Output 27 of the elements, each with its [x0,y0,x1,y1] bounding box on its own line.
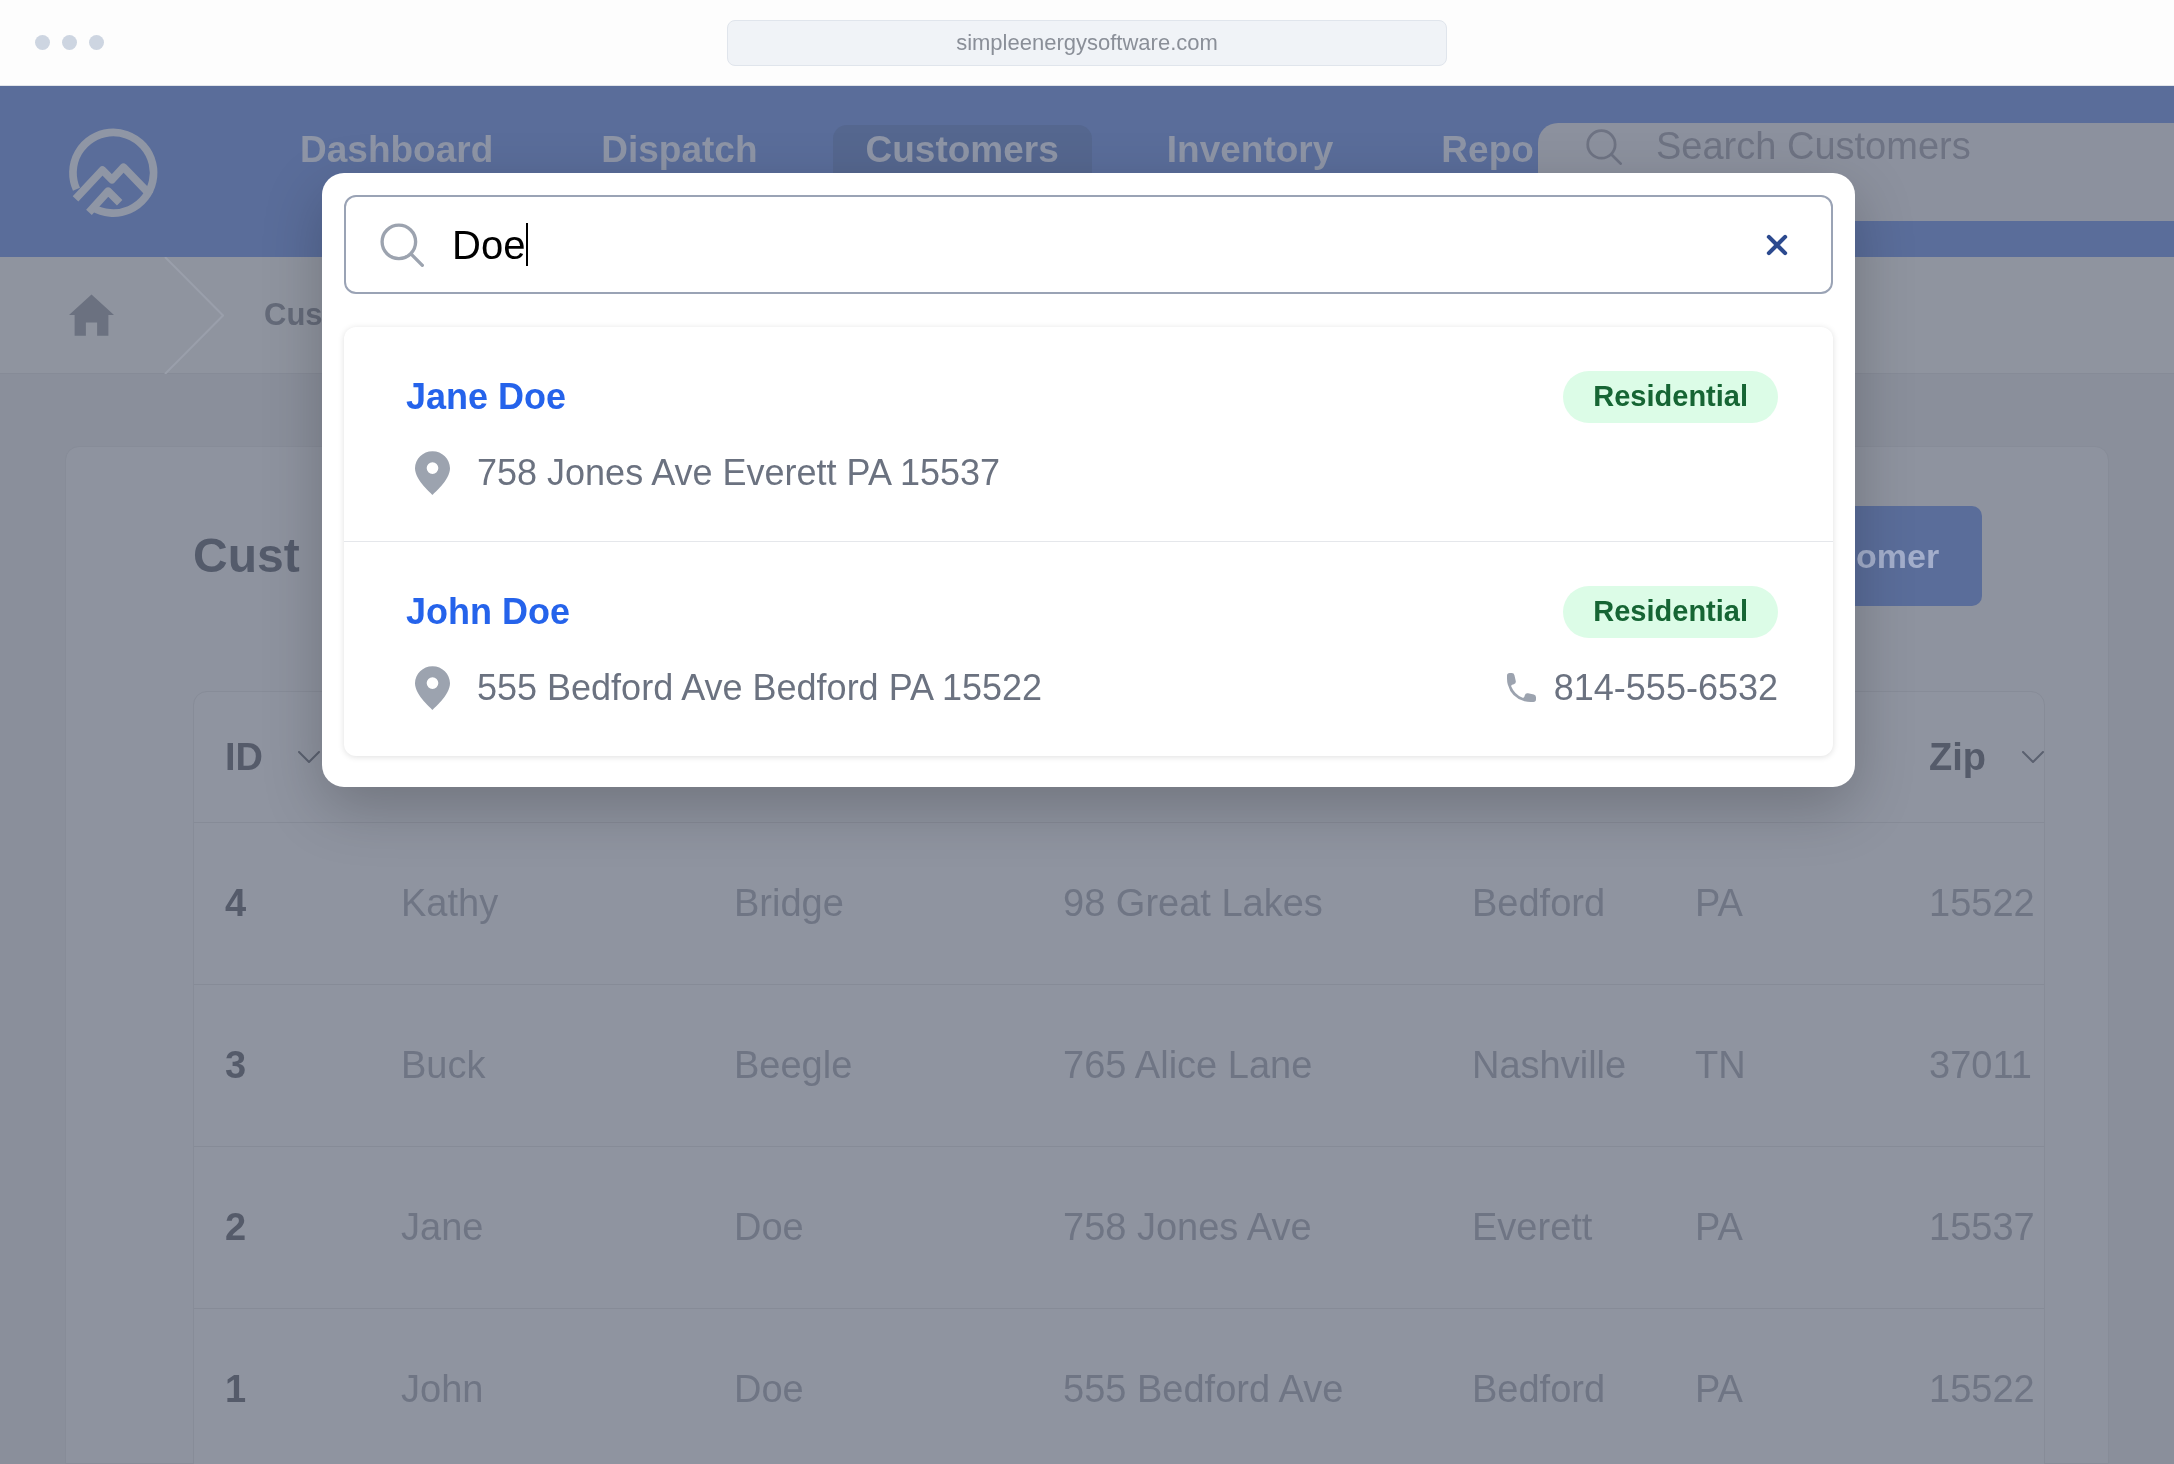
address-text: 758 Jones Ave Everett PA 15537 [477,450,1001,495]
search-field[interactable]: Doe [344,195,1833,294]
primary-button[interactable]: omer [1854,506,1982,606]
customer-name-link[interactable]: Jane Doe [406,370,567,424]
address-text: 555 Bedford Ave Bedford PA 15522 [477,665,1043,710]
chevron-down-icon[interactable] [298,751,320,763]
location-pin-icon [415,450,450,495]
chevron-down-icon[interactable] [2022,751,2044,763]
close-icon [1766,233,1788,256]
page-title: Cust [193,528,300,584]
column-header[interactable]: ID [225,728,320,786]
table-cell-text: 4 [225,881,248,926]
home-icon[interactable] [69,294,114,336]
table-cell-text: 2 [225,1205,248,1250]
customer-name-link[interactable]: John Doe [406,585,570,639]
phone-number: 814-555-6532 [1553,665,1778,710]
search-icon [1586,128,1622,165]
location-pin-icon [415,665,450,710]
search-icon [380,222,424,267]
table-cell-text: 3 [225,1043,248,1088]
table-cell-text: 1 [225,1367,248,1412]
address-bar[interactable]: simpleenergysoftware.com [727,19,1447,66]
type-badge: Residential [1563,586,1778,638]
text-cursor-icon [526,223,529,266]
phone-icon [1506,673,1536,702]
column-header[interactable]: Zip [1929,728,2044,786]
type-badge: Residential [1563,371,1778,423]
